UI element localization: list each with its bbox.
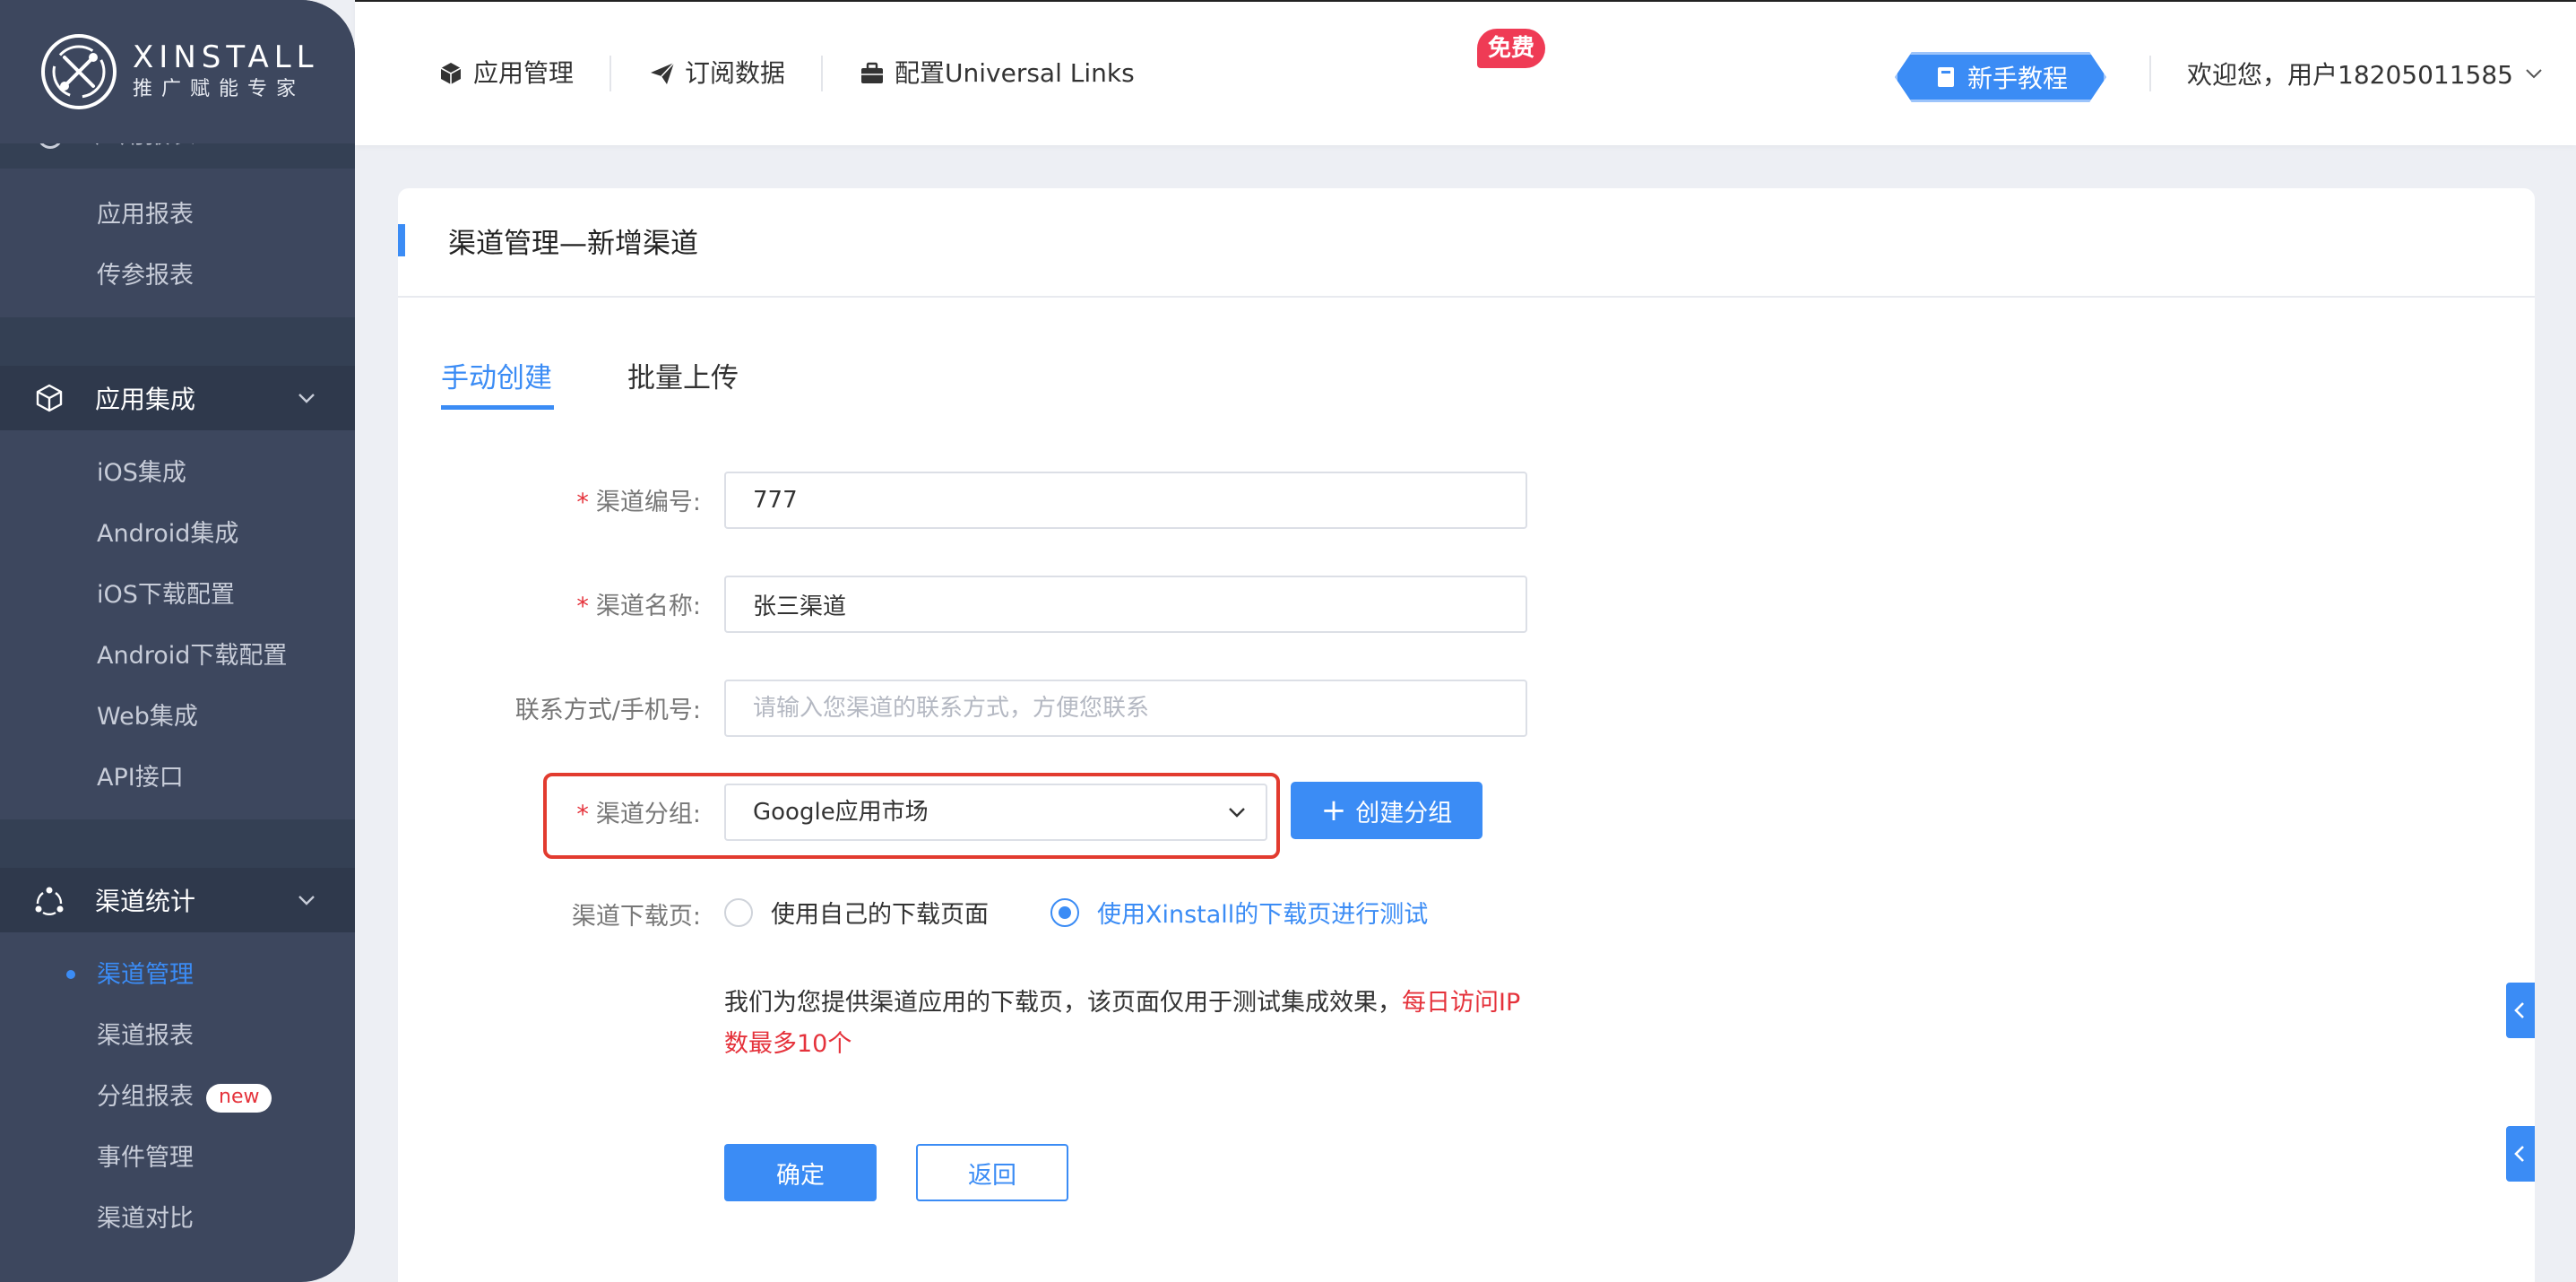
sidebar-item-api[interactable]: API接口 [97,760,184,796]
nav-app-management[interactable]: 应用管理 [437,54,574,93]
nav-label: 配置Universal Links [895,58,1135,88]
nav-divider [609,56,611,91]
tutorial-button[interactable]: 新手教程 [1895,52,2106,102]
sidebar: XINSTALL 推广赋能专家 应用报表 应用报表 传参报表 应用集成 iOS集… [0,0,355,1282]
channel-group-label: * 渠道分组: [342,794,701,829]
sidebar-item-group-report[interactable]: 分组报表 new [97,1079,272,1115]
sidebar-group-channel-stats[interactable]: 渠道统计 [0,868,355,932]
xinstall-logo-icon [41,34,117,109]
sidebar-item-channel-management[interactable]: 渠道管理 [97,957,194,993]
free-badge: 免费 [1477,29,1546,68]
create-group-button[interactable]: + 创建分组 [1291,782,1482,839]
active-indicator [66,970,75,979]
radio-label: 使用Xinstall的下载页进行测试 [1097,901,1429,929]
channel-name-label: * 渠道名称: [342,586,701,621]
chevron-down-icon [298,896,315,905]
sidebar-group-integration[interactable]: 应用集成 [0,366,355,430]
nav-divider [2149,56,2151,91]
download-page-label: 渠道下载页: [571,903,701,931]
note-text: 我们为您提供渠道应用的下载页，该页面仅用于测试集成效果， [724,989,1402,1017]
channel-code-label: * 渠道编号: [342,482,701,517]
contact-input[interactable] [724,680,1527,737]
radio-checked-icon [1050,897,1079,927]
user-menu[interactable]: 欢迎您，用户18205011585 [2187,56,2544,91]
sidebar-group-label: 应用集成 [95,385,196,414]
card-header: 渠道管理—新增渠道 [398,188,2535,298]
button-label: 创建分组 [1355,799,1453,827]
sidebar-item-ios-download-config[interactable]: iOS下载配置 [97,577,235,613]
tab-manual-create[interactable]: 手动创建 [441,355,552,395]
channel-code-input[interactable] [724,472,1527,529]
contact-label: 联系方式/手机号: [514,697,701,724]
nav-subscribe-data[interactable]: 订阅数据 [649,54,785,93]
chevron-down-icon [1229,808,1245,818]
share-nodes-icon [35,887,64,915]
radio-unchecked-icon [724,897,753,927]
sidebar-item-ios-integration[interactable]: iOS集成 [97,455,186,491]
confirm-button[interactable]: 确定 [724,1144,877,1201]
selected-value: Google应用市场 [753,799,929,826]
cube-icon [36,384,63,412]
label-text: 渠道分组: [595,801,701,828]
channel-name-input[interactable] [724,576,1527,633]
nav-label: 应用管理 [473,58,575,88]
logo-title: XINSTALL [133,39,319,75]
new-badge: new [206,1084,272,1113]
tab-active-indicator [441,405,554,410]
nav-divider [821,56,823,91]
sidebar-item-web-integration[interactable]: Web集成 [97,699,198,735]
top-bar: 应用管理 订阅数据 配置Universal Links 免费 新手教程 欢迎您，… [355,0,2576,145]
sidebar-item-param-report[interactable]: 传参报表 [97,258,194,294]
sidebar-item-app-report[interactable]: 应用报表 [97,197,194,233]
title-accent-bar [398,224,405,256]
collapse-panel-tab[interactable] [2506,983,2535,1038]
nav-label: 订阅数据 [685,58,786,88]
sidebar-divider [0,819,355,868]
logo-subtitle: 推广赋能专家 [133,78,306,100]
sidebar-item-event-management[interactable]: 事件管理 [97,1140,194,1176]
label-text: 渠道名称: [595,593,701,620]
back-button[interactable]: 返回 [916,1144,1068,1201]
tab-batch-upload[interactable]: 批量上传 [627,355,739,395]
sidebar-item-android-integration[interactable]: Android集成 [97,516,238,552]
sidebar-item-android-download-config[interactable]: Android下载配置 [97,638,287,674]
chevron-down-icon [298,394,315,403]
radio-xinstall-page[interactable]: 使用Xinstall的下载页进行测试 [1050,895,1428,930]
chevron-down-icon [2526,69,2542,79]
sidebar-divider [0,317,355,366]
required-mark: * [576,489,589,516]
sidebar-group-label: 渠道统计 [95,887,196,916]
sidebar-item-channel-report[interactable]: 渠道报表 [97,1018,194,1054]
book-icon [1937,67,1954,87]
paper-plane-icon [651,62,675,84]
page-title: 渠道管理—新增渠道 [448,228,698,260]
logo[interactable]: XINSTALL 推广赋能专家 [0,0,355,143]
chevron-left-icon [2514,1146,2524,1162]
radio-own-page[interactable]: 使用自己的下载页面 [724,895,989,930]
collapse-panel-tab[interactable] [2506,1126,2535,1182]
chevron-left-icon [2514,1002,2524,1018]
content-card: 渠道管理—新增渠道 手动创建 批量上传 *渠道编号: *渠道名称: 联系方式/手… [398,188,2535,1282]
required-mark: * [576,801,589,828]
required-mark: * [576,593,589,620]
briefcase-icon [861,62,883,83]
nav-universal-links[interactable]: 配置Universal Links [859,54,1135,93]
plus-icon: + [1320,793,1347,828]
channel-group-select[interactable]: Google应用市场 [724,784,1267,841]
label-text: 渠道编号: [595,489,701,516]
box-icon [440,63,462,84]
sidebar-item-channel-compare[interactable]: 渠道对比 [97,1201,194,1237]
sidebar-item-label: 分组报表 [97,1083,194,1111]
tutorial-label: 新手教程 [1967,64,2068,93]
download-note: 我们为您提供渠道应用的下载页，该页面仅用于测试集成效果，每日访问IP数最多10个 [724,983,1531,1065]
welcome-text: 欢迎您，用户18205011585 [2187,60,2513,90]
radio-label: 使用自己的下载页面 [771,901,989,929]
